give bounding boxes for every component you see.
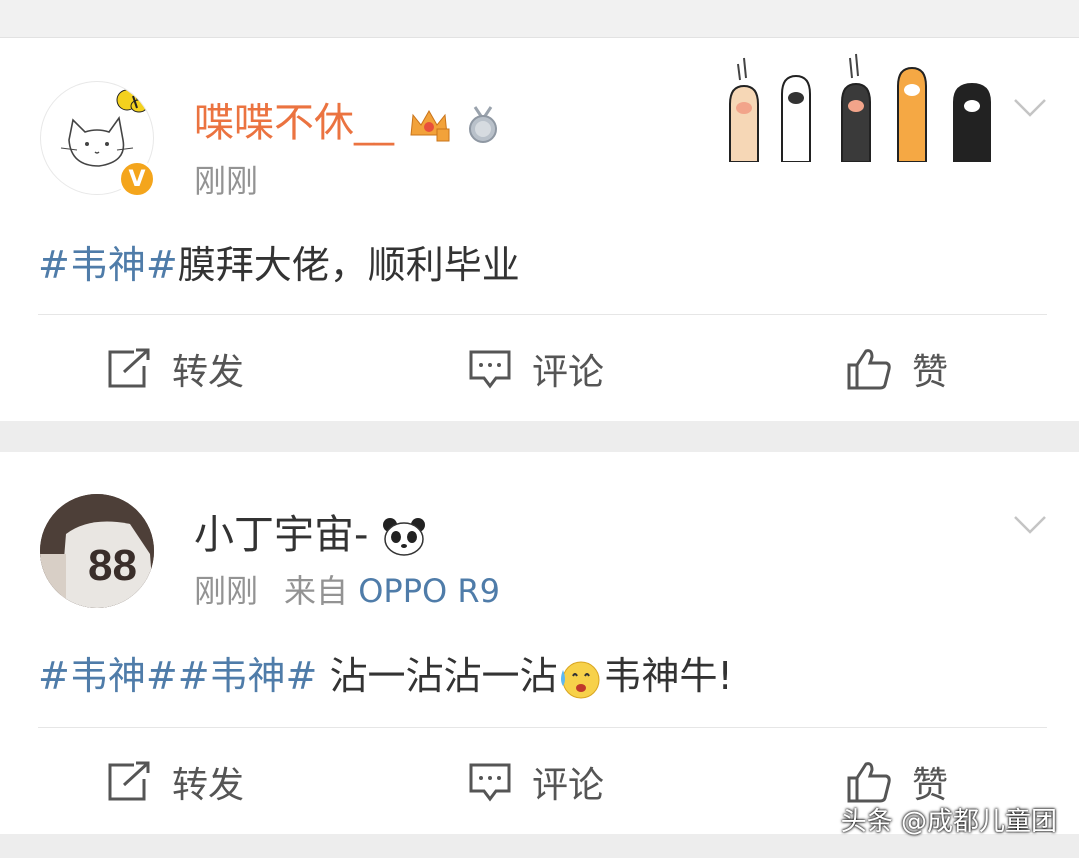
crown-badge-icon (410, 109, 450, 142)
repost-button[interactable]: 转发 (106, 329, 244, 409)
comment-label: 评论 (532, 765, 605, 806)
verified-badge: V (118, 160, 156, 198)
avatar[interactable]: 88 (40, 494, 154, 608)
username-text: 喋喋不休__ (194, 100, 394, 146)
username[interactable]: 小丁宇宙- (194, 502, 427, 560)
divider (38, 727, 1047, 728)
chevron-down-icon[interactable] (1013, 515, 1047, 535)
like-button[interactable]: 赞 (846, 329, 948, 409)
post-meta: 刚刚 来自 OPPO R9 (194, 566, 500, 612)
panda-emoji-icon (383, 518, 426, 556)
athlete-photo-icon: 88 (40, 494, 154, 608)
topic-link[interactable]: #韦神# (38, 243, 178, 287)
repost-button[interactable]: 转发 (106, 742, 244, 822)
action-bar: 转发 评论 赞 (0, 329, 1079, 409)
comment-button[interactable]: 评论 (468, 329, 604, 409)
divider (38, 314, 1047, 315)
medal-badge-icon (469, 106, 498, 143)
topic-link[interactable]: #韦神# (178, 654, 318, 698)
repost-icon (108, 761, 150, 801)
post-card: 88 小丁宇宙- 刚刚 来自 OPPO R9 #韦神##韦神# 沾一沾沾一沾 韦神… (0, 452, 1079, 834)
topic-link[interactable]: #韦神# (38, 654, 178, 698)
post-text: #韦神##韦神# 沾一沾沾一沾 韦神牛! (38, 645, 733, 700)
repost-label: 转发 (172, 352, 245, 393)
comment-icon (469, 350, 511, 389)
svg-text:88: 88 (88, 541, 137, 590)
thumbs-up-icon (847, 762, 891, 803)
comment-icon (469, 763, 511, 802)
repost-icon (108, 348, 150, 388)
top-separator (0, 0, 1079, 38)
thumbs-up-icon (847, 349, 891, 390)
crying-emoji-icon (561, 661, 600, 698)
post-body: 膜拜大佬，顺利毕业 (177, 243, 520, 287)
post-meta: 刚刚 (194, 156, 258, 202)
source-link[interactable]: OPPO R9 (358, 572, 500, 610)
comment-label: 评论 (532, 352, 605, 393)
watermark: 头条 @成都儿童团 (840, 807, 1057, 837)
chevron-down-icon[interactable] (1013, 98, 1047, 118)
post-card: V 喋喋不休__ 刚刚 #韦神#膜拜大佬，顺利毕业 转发 评论 赞 (0, 38, 1079, 421)
repost-label: 转发 (172, 765, 245, 806)
comment-button[interactable]: 评论 (468, 742, 604, 822)
username-text: 小丁宇宙- (194, 512, 369, 558)
post-body: 沾一沾沾一沾 (317, 654, 558, 698)
post-text: #韦神#膜拜大佬，顺利毕业 (38, 234, 520, 289)
post-time: 刚刚 (194, 572, 259, 610)
post-body-end: 韦神牛! (603, 654, 733, 698)
like-label: 赞 (912, 352, 949, 393)
username[interactable]: 喋喋不休__ (194, 90, 503, 148)
source-prefix: 来自 (284, 572, 349, 610)
cat-paws-decoration-icon (729, 53, 991, 162)
post-time: 刚刚 (194, 162, 259, 200)
